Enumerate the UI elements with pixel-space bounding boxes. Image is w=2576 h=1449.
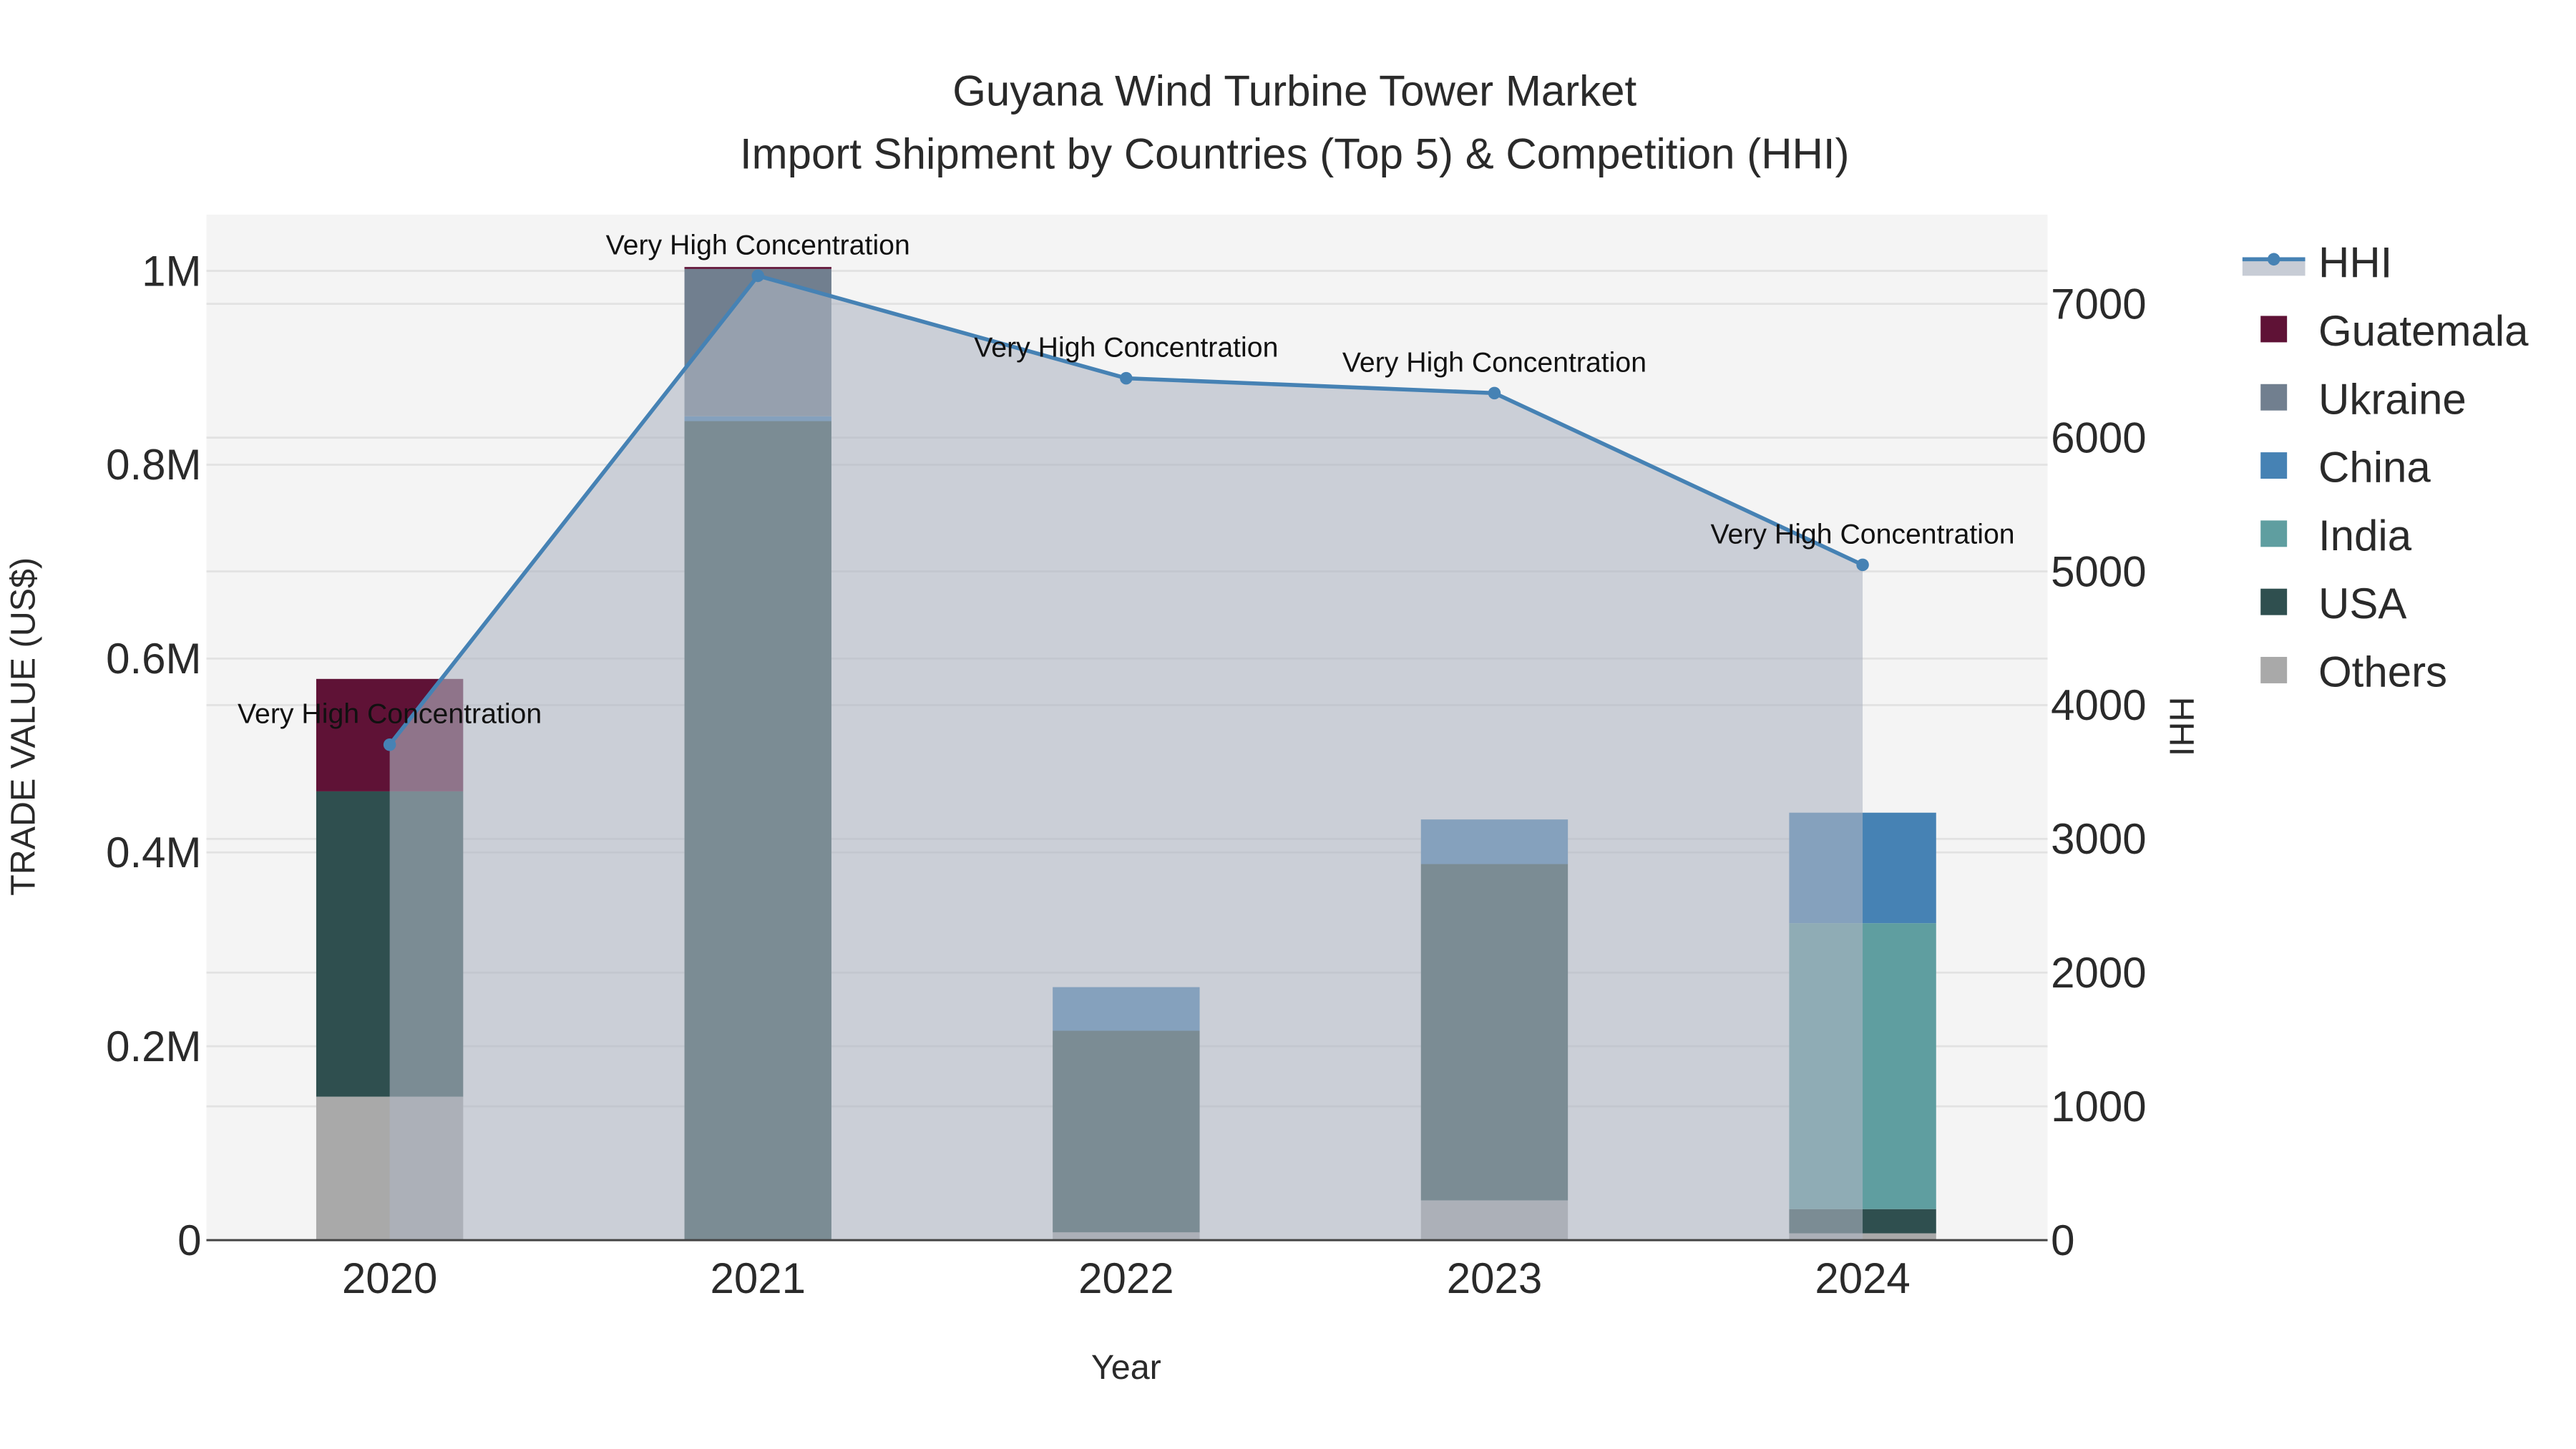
hhi-point-2022 xyxy=(1120,371,1133,385)
annotation-2020: Very High Concentration xyxy=(238,698,542,730)
y-tick-label: 0.8M xyxy=(106,441,201,489)
y2-axis-label: HHI xyxy=(2162,697,2200,756)
legend-swatch-usa xyxy=(2260,588,2288,615)
annotation-2024: Very High Concentration xyxy=(1711,518,2015,550)
legend-swatch-others xyxy=(2260,657,2288,683)
y-tick-label: 0.2M xyxy=(106,1023,201,1070)
x-axis-label: Year xyxy=(1091,1348,1161,1387)
y2-tick-label: 5000 xyxy=(2051,547,2146,595)
y-tick-label: 1M xyxy=(142,247,201,295)
y2-tick-label: 4000 xyxy=(2051,681,2146,729)
y-tick-label: 0.6M xyxy=(106,635,201,683)
legend-swatch-ukraine xyxy=(2260,384,2288,411)
hhi-point-2020 xyxy=(383,738,396,751)
chart: Guyana Wind Turbine Tower Market Import … xyxy=(4,67,2529,1387)
legend-swatch-guatemala xyxy=(2260,316,2288,343)
y2-tick-label: 6000 xyxy=(2051,414,2146,462)
y2-axis-ticks: 0 1000 2000 3000 4000 5000 6000 7000 xyxy=(2051,280,2146,1264)
legend-label-usa: USA xyxy=(2318,580,2406,628)
y2-tick-label: 3000 xyxy=(2051,815,2146,863)
legend-hhi-marker xyxy=(2267,253,2280,266)
x-tick-label: 2022 xyxy=(1078,1254,1174,1302)
hhi-point-2024 xyxy=(1856,558,1869,572)
annotation-2022: Very High Concentration xyxy=(974,332,1278,364)
annotation-2023: Very High Concentration xyxy=(1342,346,1646,378)
legend-label-guatemala: Guatemala xyxy=(2318,307,2529,355)
legend-swatch-india xyxy=(2260,520,2288,547)
y-axis-ticks: 0 0.2M 0.4M 0.6M 0.8M 1M xyxy=(106,247,201,1264)
legend-swatch-china xyxy=(2260,452,2288,479)
x-tick-label: 2023 xyxy=(1447,1254,1542,1302)
legend-label-others: Others xyxy=(2318,648,2447,696)
legend-label-ukraine: Ukraine xyxy=(2318,375,2467,423)
y2-tick-label: 0 xyxy=(2051,1216,2074,1264)
hhi-point-2023 xyxy=(1488,386,1501,400)
y-axis-label: TRADE VALUE (US$) xyxy=(4,557,42,896)
x-axis-ticks: 2020 2021 2022 2023 2024 xyxy=(342,1254,1911,1302)
legend: HHI Guatemala Ukraine China India USA Others xyxy=(2242,239,2529,696)
y2-tick-label: 1000 xyxy=(2051,1083,2146,1131)
legend-label-india: India xyxy=(2318,512,2412,560)
y-tick-label: 0.4M xyxy=(106,829,201,877)
chart-subtitle: Import Shipment by Countries (Top 5) & C… xyxy=(740,130,1850,177)
x-tick-label: 2024 xyxy=(1815,1254,1910,1302)
y2-tick-label: 7000 xyxy=(2051,280,2146,328)
annotation-2021: Very High Concentration xyxy=(606,229,910,260)
legend-label-hhi: HHI xyxy=(2318,239,2392,287)
y2-tick-label: 2000 xyxy=(2051,949,2146,997)
x-tick-label: 2021 xyxy=(710,1254,805,1302)
bar-guatemala-2021 xyxy=(684,267,831,269)
legend-label-china: China xyxy=(2318,444,2431,492)
chart-title: Guyana Wind Turbine Tower Market xyxy=(952,67,1636,115)
x-tick-label: 2020 xyxy=(342,1254,437,1302)
y-tick-label: 0 xyxy=(177,1216,201,1264)
hhi-point-2021 xyxy=(751,269,764,283)
